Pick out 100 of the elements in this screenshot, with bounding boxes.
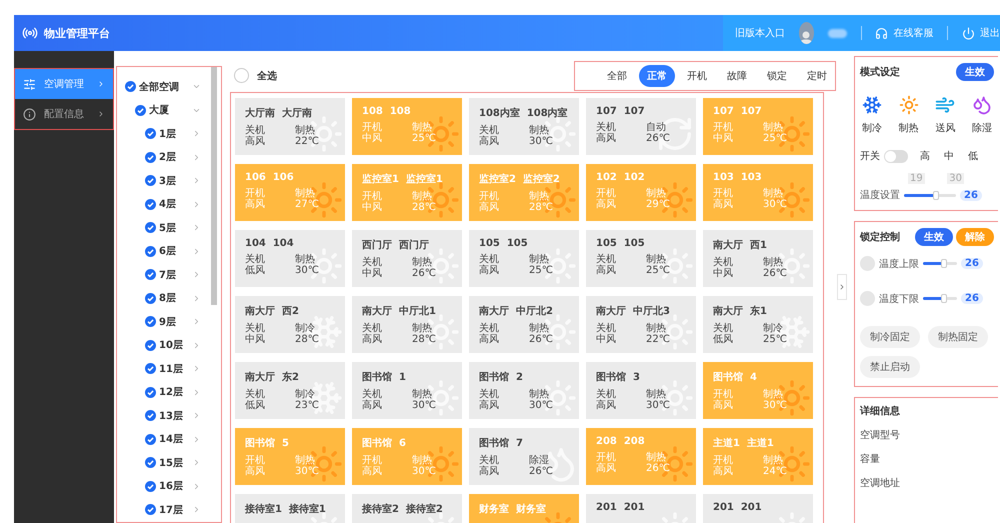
checkbox[interactable] <box>125 81 136 92</box>
slider[interactable] <box>923 262 957 265</box>
checkbox[interactable] <box>145 480 156 492</box>
caret-icon[interactable] <box>192 270 201 280</box>
caret-icon[interactable] <box>192 364 201 374</box>
caret-icon[interactable] <box>192 223 201 232</box>
filter-tab[interactable]: 锁定 <box>759 64 795 86</box>
checkbox[interactable] <box>145 434 156 445</box>
tree-item[interactable]: 5层 <box>159 220 189 235</box>
ac-card[interactable]: 南大厅 东1 关机 制冷 低风 25℃ <box>703 296 813 353</box>
tree-item[interactable]: 3层 <box>159 174 189 188</box>
ac-card[interactable]: 南大厅 西1 关机 制热 中风 26℃ <box>703 230 813 287</box>
ac-card[interactable]: 南大厅 中厅北2 关机 制热 高风 26℃ <box>469 296 579 353</box>
tree-item[interactable]: 14层 <box>159 432 189 446</box>
apply-button[interactable]: 生效 <box>956 63 994 81</box>
tree-item[interactable]: 17层 <box>159 502 189 517</box>
radio[interactable] <box>234 68 249 83</box>
caret-icon[interactable] <box>192 152 201 162</box>
lock-button[interactable]: 禁止启动 <box>860 356 920 378</box>
tree-item[interactable]: 8层 <box>159 291 189 306</box>
tree-item[interactable]: 11层 <box>159 362 189 376</box>
caret-icon[interactable] <box>192 434 201 444</box>
ac-card[interactable]: 南大厅 中厅北3 关机 制热 中风 22℃ <box>586 296 696 353</box>
ac-card[interactable]: 105 105 关机 制热 高风 25℃ <box>586 230 696 287</box>
caret-icon[interactable] <box>192 200 201 209</box>
tree-item[interactable]: 2层 <box>159 150 189 164</box>
ac-card[interactable]: 接待室1 接待室1 <box>235 494 345 523</box>
ac-card[interactable]: 南大厅 东2 关机 制冷 低风 23℃ <box>235 362 345 419</box>
slider-thumb[interactable] <box>941 259 948 268</box>
apply-button[interactable]: 生效 <box>915 228 953 246</box>
slider[interactable] <box>923 297 957 300</box>
scrollbar-thumb[interactable] <box>211 67 217 305</box>
checkbox[interactable] <box>145 340 156 351</box>
tree-item[interactable]: 7层 <box>159 268 189 282</box>
mode-option[interactable]: 制热 <box>898 95 919 135</box>
checkbox[interactable] <box>145 152 156 163</box>
tree-item[interactable]: 9层 <box>159 314 189 329</box>
lock-button[interactable]: 制冷固定 <box>860 326 920 348</box>
mode-option[interactable]: 制冷 <box>862 95 882 135</box>
ac-card[interactable]: 南大厅 西2 关机 制冷 中风 28℃ <box>235 296 345 353</box>
radio[interactable] <box>860 291 875 306</box>
fan-speed-option[interactable]: 中 <box>942 149 956 163</box>
caret-icon[interactable] <box>192 482 201 491</box>
select-all[interactable]: 全选 <box>234 68 277 83</box>
fan-speed-option[interactable]: 低 <box>966 149 980 163</box>
caret-icon[interactable] <box>192 294 201 303</box>
caret-icon[interactable] <box>192 246 201 256</box>
fan-speed-option[interactable]: 高 <box>918 149 932 163</box>
ac-card[interactable]: 图书馆 1 关机 制热 高风 30℃ <box>352 362 462 419</box>
radio[interactable] <box>860 256 875 271</box>
checkbox[interactable] <box>135 104 146 116</box>
checkbox[interactable] <box>145 128 156 140</box>
caret-icon[interactable] <box>192 340 201 350</box>
ac-card[interactable]: 107 107 关机 自动 高风 26℃ <box>586 98 696 155</box>
tree-item[interactable]: 1层 <box>159 126 189 141</box>
ac-card[interactable]: 图书馆 3 关机 制热 高风 30℃ <box>586 362 696 419</box>
ac-card[interactable]: 201 201 <box>703 494 813 523</box>
filter-tab[interactable]: 正常 <box>639 64 675 86</box>
tree-item[interactable]: 12层 <box>159 385 189 400</box>
checkbox[interactable] <box>145 198 156 210</box>
ac-card[interactable]: 图书馆 2 关机 制热 高风 30℃ <box>469 362 579 419</box>
mode-option[interactable]: 送风 <box>935 95 956 135</box>
tree-item[interactable]: 大厦 <box>149 103 189 118</box>
caret-icon[interactable] <box>192 411 201 420</box>
tree-item[interactable]: 10层 <box>159 338 189 352</box>
filter-tab[interactable]: 故障 <box>719 64 755 86</box>
avatar[interactable] <box>799 22 814 44</box>
tree-item[interactable]: 13层 <box>159 408 189 423</box>
ac-card[interactable]: 108内室 108内室 关机 制热 高风 30℃ <box>469 98 579 155</box>
ac-card[interactable]: 105 105 关机 制热 高风 25℃ <box>469 230 579 287</box>
ac-card[interactable]: 南大厅 中厅北1 关机 制热 高风 28℃ <box>352 296 462 353</box>
checkbox[interactable] <box>145 504 156 516</box>
ac-card[interactable]: 图书馆 7 关机 除湿 高风 26℃ <box>469 428 579 485</box>
collapse-handle[interactable] <box>837 274 847 300</box>
power-switch[interactable] <box>884 150 908 162</box>
filter-tab[interactable]: 定时 <box>799 64 835 86</box>
slider-thumb[interactable] <box>933 190 940 200</box>
checkbox[interactable] <box>145 175 156 186</box>
caret-icon[interactable] <box>192 176 201 186</box>
sidebar-item[interactable]: 配置信息 <box>15 99 113 129</box>
checkbox[interactable] <box>145 269 156 280</box>
tree-item[interactable]: 4层 <box>159 197 189 212</box>
ac-card[interactable]: 104 104 关机 制热 低风 30℃ <box>235 230 345 287</box>
lock-button[interactable]: 制热固定 <box>928 326 988 348</box>
caret-icon[interactable] <box>192 388 201 397</box>
ac-card[interactable]: 西门厅 西门厅 关机 制热 中风 26℃ <box>352 230 462 287</box>
checkbox[interactable] <box>145 457 156 468</box>
checkbox[interactable] <box>145 386 156 398</box>
caret-icon[interactable] <box>192 317 201 326</box>
ac-card[interactable]: 201 201 <box>586 494 696 523</box>
slider-thumb[interactable] <box>941 294 948 303</box>
ac-card[interactable]: 接待室2 接待室2 <box>352 494 462 523</box>
caret-icon[interactable] <box>192 129 201 138</box>
tree-item[interactable]: 15层 <box>159 456 189 470</box>
filter-tab[interactable]: 全部 <box>599 64 635 86</box>
mode-option[interactable]: 除湿 <box>972 95 992 135</box>
checkbox[interactable] <box>145 410 156 422</box>
checkbox[interactable] <box>145 316 156 328</box>
checkbox[interactable] <box>145 363 156 374</box>
tree-item[interactable]: 6层 <box>159 244 189 258</box>
